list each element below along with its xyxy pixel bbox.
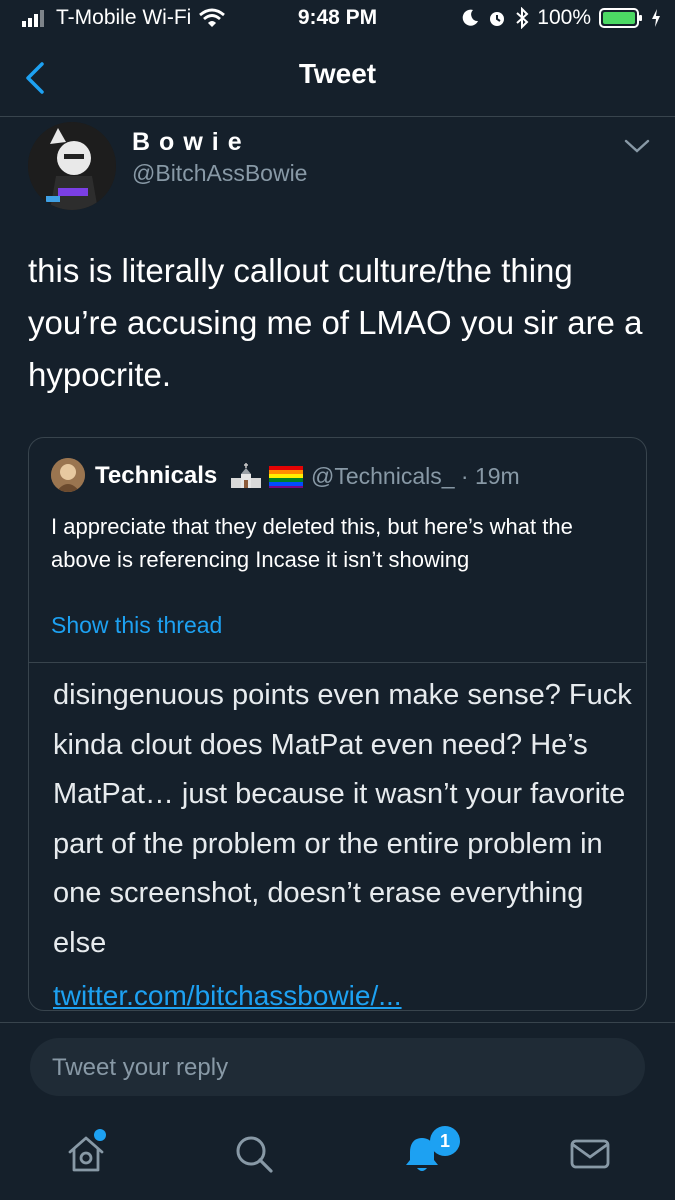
divider bbox=[0, 1022, 675, 1023]
charging-icon bbox=[652, 9, 660, 27]
quoted-author-name: Technicals bbox=[95, 462, 218, 489]
reply-placeholder: Tweet your reply bbox=[52, 1054, 229, 1081]
quoted-image-text: disingenuous points even make sense? Fuc… bbox=[53, 679, 632, 959]
author-handle[interactable]: @BitchAssBowie bbox=[132, 160, 307, 187]
quoted-link[interactable]: twitter.com/bitchassbowie/... bbox=[53, 980, 402, 1010]
show-thread-link[interactable]: Show this thread bbox=[51, 612, 222, 639]
divider bbox=[29, 662, 646, 663]
bluetooth-icon bbox=[516, 7, 529, 29]
home-badge-dot bbox=[94, 1129, 106, 1141]
reply-input[interactable]: Tweet your reply bbox=[30, 1038, 645, 1096]
quoted-avatar bbox=[51, 458, 85, 492]
quoted-tweet-text: I appreciate that they deleted this, but… bbox=[51, 514, 573, 572]
status-bar: T-Mobile Wi-Fi 9:48 PM 100% bbox=[0, 0, 675, 38]
quoted-tweet-card[interactable]: Technicals @Technicals_ · 19m I apprecia… bbox=[28, 437, 647, 1011]
chevron-down-icon[interactable] bbox=[622, 136, 652, 156]
quoted-handle-time: @Technicals_ · 19m bbox=[311, 463, 520, 489]
battery-icon bbox=[599, 8, 642, 28]
page-title: Tweet bbox=[298, 58, 377, 89]
church-emoji-icon bbox=[231, 463, 261, 488]
tweet-text: this is literally callout culture/the th… bbox=[28, 252, 643, 393]
author-name[interactable]: Bowie bbox=[132, 128, 251, 157]
avatar[interactable] bbox=[28, 122, 116, 210]
messages-icon[interactable] bbox=[568, 1132, 612, 1176]
search-icon[interactable] bbox=[232, 1132, 276, 1176]
battery-label: 100% bbox=[537, 6, 591, 29]
moon-icon bbox=[463, 9, 479, 26]
alarm-icon bbox=[490, 12, 505, 26]
notification-count-badge: 1 bbox=[430, 1126, 460, 1156]
status-right: 100% bbox=[461, 6, 661, 30]
rainbow-flag-icon bbox=[269, 466, 303, 488]
